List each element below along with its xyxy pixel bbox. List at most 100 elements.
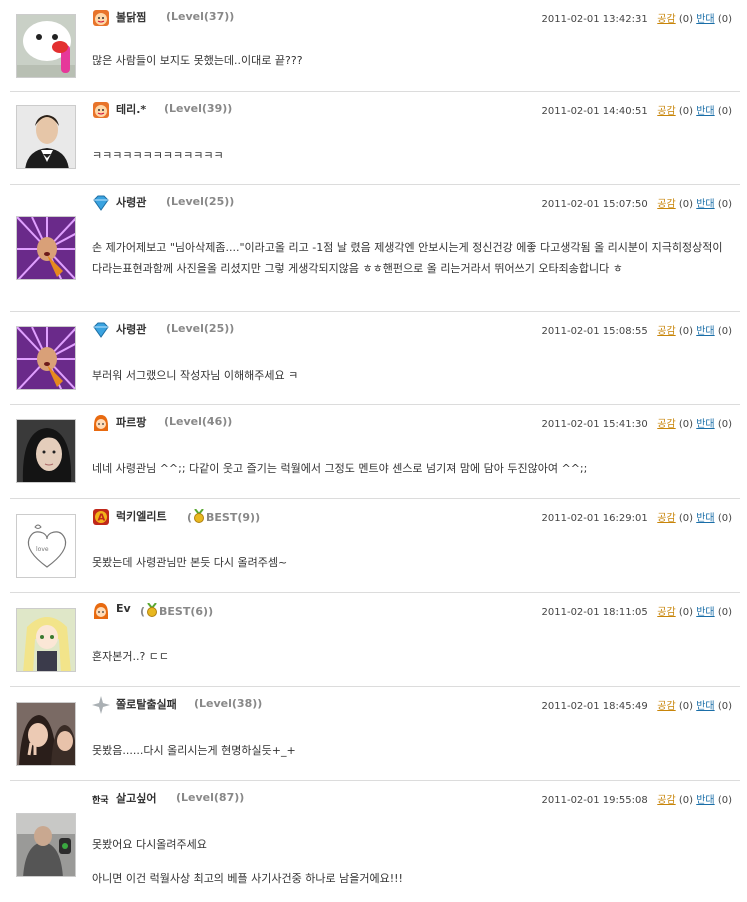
purple-burst-icon: [17, 217, 75, 279]
comment-meta: 2011-02-01 18:11:05 공감 (0) 반대 (0): [542, 603, 732, 618]
agree-count: (0): [678, 199, 694, 210]
oppose-count: (0): [717, 14, 732, 25]
blue-diamond-icon: [93, 322, 109, 338]
oppose-button[interactable]: 반대: [696, 106, 714, 117]
oppose-button[interactable]: 반대: [696, 14, 714, 25]
user-avatar[interactable]: [16, 14, 76, 78]
comment-row: 테리.* (Level(39)) 2011-02-01 14:40:51 공감 …: [10, 92, 740, 185]
oppose-count: (0): [717, 326, 732, 337]
oppose-button[interactable]: 반대: [696, 199, 714, 210]
comment-row: 한국 살고싶어 (Level(87)) 2011-02-01 19:55:08 …: [10, 781, 740, 902]
agree-button[interactable]: 공감: [657, 326, 675, 337]
orange-hair-face-icon: [94, 415, 108, 431]
nickname[interactable]: 살고싶어: [116, 790, 156, 806]
oppose-button[interactable]: 반대: [696, 419, 714, 430]
woman-face-icon: [17, 420, 75, 482]
user-avatar[interactable]: [16, 216, 76, 280]
agree-button[interactable]: 공감: [657, 199, 675, 210]
nickname[interactable]: 사령관: [116, 321, 146, 337]
timestamp: 2011-02-01 19:55:08: [541, 795, 648, 806]
comment-meta: 2011-02-01 19:55:08 공감 (0) 반대 (0): [542, 791, 732, 806]
timestamp: 2011-02-01 14:40:51: [541, 106, 648, 117]
orange-face-icon: [93, 10, 109, 26]
man-crouching-icon: [17, 814, 75, 876]
comment-text: 못봤음......다시 올리시는게 현명하실듯+_+: [92, 744, 296, 757]
svg-text:A: A: [98, 513, 106, 524]
comment-meta: 2011-02-01 16:29:01 공감 (0) 반대 (0): [542, 509, 732, 524]
white-ghost-icon: [17, 15, 75, 77]
agree-button[interactable]: 공감: [657, 607, 675, 618]
nickname[interactable]: 볼닭찜: [116, 9, 146, 25]
oppose-button[interactable]: 반대: [696, 701, 714, 712]
girls-peace-icon: [17, 703, 75, 765]
agree-count: (0): [678, 419, 694, 430]
heart-sketch-icon: love: [17, 515, 75, 577]
comment-text: 혼자본거..? ㄷㄷ: [92, 650, 170, 663]
agree-button[interactable]: 공감: [657, 419, 675, 430]
agree-count: (0): [678, 795, 694, 806]
user-avatar[interactable]: [16, 702, 76, 766]
timestamp: 2011-02-01 18:45:49: [541, 701, 648, 712]
agree-count: (0): [678, 106, 694, 117]
level-label: (Level(25)): [166, 195, 235, 208]
comment-meta: 2011-02-01 13:42:31 공감 (0) 반대 (0): [542, 10, 732, 25]
comment-row: 파르팡 (Level(46)) 2011-02-01 15:41:30 공감 (…: [10, 405, 740, 499]
purple-burst-icon: [17, 327, 75, 389]
nickname[interactable]: 테리.*: [116, 101, 146, 117]
hanguk-text-icon: 한국: [92, 793, 110, 806]
comment-row: 사령관 (Level(25)) 2011-02-01 15:08:55 공감 (…: [10, 312, 740, 405]
user-avatar[interactable]: love: [16, 514, 76, 578]
anime-girl-icon: [17, 609, 75, 671]
level-label: (Level(39)): [164, 102, 233, 115]
oppose-button[interactable]: 반대: [696, 513, 714, 524]
agree-count: (0): [678, 326, 694, 337]
user-avatar[interactable]: [16, 326, 76, 390]
agree-button[interactable]: 공감: [657, 701, 675, 712]
red-a-badge-icon: A: [93, 509, 109, 525]
agree-button[interactable]: 공감: [657, 14, 675, 25]
nickname[interactable]: Ev: [116, 602, 131, 615]
timestamp: 2011-02-01 18:11:05: [541, 607, 648, 618]
orange-hair-face-icon: [94, 603, 108, 619]
user-avatar[interactable]: [16, 105, 76, 169]
comment-text: 못봤는데 사령관님만 본듯 다시 올려주셈~: [92, 556, 288, 569]
comment-meta: 2011-02-01 15:08:55 공감 (0) 반대 (0): [542, 322, 732, 337]
comment-text: 부러워 서그랬으니 작성자님 이해해주세요 ㅋ: [92, 369, 299, 382]
user-avatar[interactable]: [16, 813, 76, 877]
nickname[interactable]: 사령관: [116, 194, 146, 210]
timestamp: 2011-02-01 15:41:30: [541, 419, 648, 430]
comment-text: 많은 사람들이 보지도 못했는데..이대로 끝???: [92, 54, 303, 67]
best-label: (BEST(9)): [187, 508, 261, 524]
comment-meta: 2011-02-01 15:07:50 공감 (0) 반대 (0): [542, 195, 732, 210]
medal-icon: [147, 602, 158, 617]
agree-button[interactable]: 공감: [657, 795, 675, 806]
user-avatar[interactable]: [16, 419, 76, 483]
user-avatar[interactable]: [16, 608, 76, 672]
medal-icon: [194, 508, 205, 523]
comment-row: 사령관 (Level(25)) 2011-02-01 15:07:50 공감 (…: [10, 185, 740, 312]
nickname[interactable]: 럭키엘리트: [116, 508, 167, 524]
agree-count: (0): [678, 513, 694, 524]
comment-row: 볼닭찜 (Level(37)) 2011-02-01 13:42:31 공감 (…: [10, 0, 740, 92]
agree-count: (0): [678, 607, 694, 618]
oppose-button[interactable]: 반대: [696, 607, 714, 618]
oppose-count: (0): [717, 106, 732, 117]
oppose-button[interactable]: 반대: [696, 326, 714, 337]
comment-text: 손 제가어제보고 "님아삭제좀...."이라고올 리고 -1점 날 렸음 제생각…: [92, 241, 723, 275]
oppose-count: (0): [717, 199, 732, 210]
oppose-button[interactable]: 반대: [696, 795, 714, 806]
comment-text: 못봤어요 다시올려주세요: [92, 838, 207, 851]
agree-count: (0): [678, 14, 694, 25]
agree-button[interactable]: 공감: [657, 513, 675, 524]
comment-row: love A 럭키엘리트 (BEST(9)) 2011-02-01 16:29:…: [10, 499, 740, 593]
nickname[interactable]: 쫄로탈출실패: [116, 696, 177, 712]
agree-button[interactable]: 공감: [657, 106, 675, 117]
oppose-count: (0): [717, 607, 732, 618]
timestamp: 2011-02-01 15:08:55: [541, 326, 648, 337]
best-label: (BEST(6)): [140, 602, 214, 618]
nickname[interactable]: 파르팡: [116, 414, 146, 430]
best-rank: BEST(9)): [206, 511, 261, 524]
comment-text: ㅋㅋㅋㅋㅋㅋㅋㅋㅋㅋㅋㅋㅋ: [92, 149, 224, 162]
agree-count: (0): [678, 701, 694, 712]
comment-meta: 2011-02-01 18:45:49 공감 (0) 반대 (0): [542, 697, 732, 712]
